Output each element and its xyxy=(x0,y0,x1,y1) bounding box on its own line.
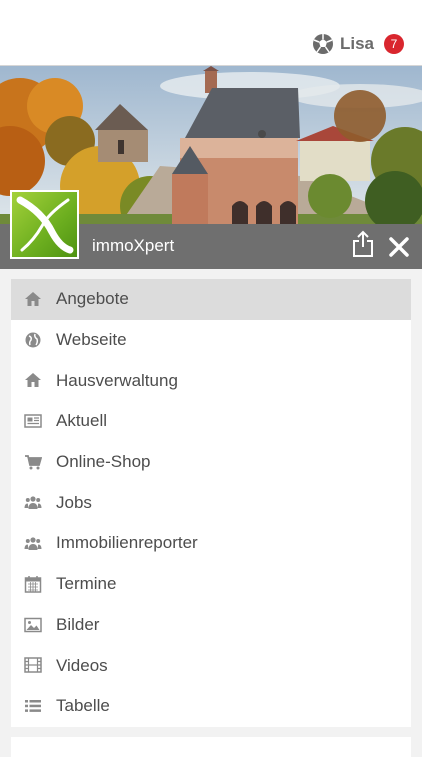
calendar-icon xyxy=(24,575,42,593)
menu-item-angebote[interactable]: Angebote xyxy=(11,279,411,320)
home-icon xyxy=(25,373,41,388)
users-icon xyxy=(24,537,42,551)
menu-item-label: Online-Shop xyxy=(56,452,151,472)
menu-item-label: Aktuell xyxy=(56,411,108,431)
film-icon xyxy=(24,657,42,673)
menu-item-label: Hausverwaltung xyxy=(56,370,178,390)
soccer-ball-icon xyxy=(312,34,333,54)
company-logo xyxy=(10,190,79,259)
notification-badge[interactable]: 7 xyxy=(384,34,404,54)
menu-item-label: Angebote xyxy=(56,289,129,309)
list-icon xyxy=(25,699,41,712)
menu-item-label: Immobilienreporter xyxy=(56,533,198,553)
menu-item-label: Jobs xyxy=(56,492,92,512)
menu-item-aktuell[interactable]: Aktuell xyxy=(11,401,411,442)
menu-item-immobilienreporter[interactable]: Immobilienreporter xyxy=(11,523,411,564)
menu-item-label: Termine xyxy=(56,574,117,594)
menu-item-hausverwaltung[interactable]: Hausverwaltung xyxy=(11,360,411,401)
globe-icon xyxy=(25,332,41,348)
menu-item-label: Videos xyxy=(56,655,108,675)
menu-item-videos[interactable]: Videos xyxy=(11,645,411,686)
top-bar: Lisa 7 xyxy=(0,0,422,66)
menu-item-online-shop[interactable]: Online-Shop xyxy=(11,442,411,483)
navigation-menu: Angebote Webseite Hausverwaltung Aktuell… xyxy=(11,279,411,727)
home-icon xyxy=(25,292,41,306)
menu-item-label: Webseite xyxy=(56,330,127,350)
menu-item-bilder[interactable]: Bilder xyxy=(11,605,411,646)
bottom-card xyxy=(11,737,411,757)
immoxpert-x-logo xyxy=(12,192,77,257)
share-icon[interactable] xyxy=(352,230,374,258)
newspaper-icon xyxy=(24,414,42,428)
user-profile-button[interactable]: Lisa 7 xyxy=(312,33,404,55)
menu-item-label: Bilder xyxy=(56,614,100,634)
menu-item-jobs[interactable]: Jobs xyxy=(11,482,411,523)
menu-item-termine[interactable]: Termine xyxy=(11,564,411,605)
users-icon xyxy=(24,496,42,510)
app-title: immoXpert xyxy=(92,236,175,255)
cart-icon xyxy=(25,454,42,470)
user-name: Lisa xyxy=(339,34,374,53)
menu-item-webseite[interactable]: Webseite xyxy=(11,320,411,361)
close-icon[interactable] xyxy=(388,236,410,258)
menu-item-label: Tabelle xyxy=(56,696,110,716)
image-icon xyxy=(24,617,42,632)
menu-item-tabelle[interactable]: Tabelle xyxy=(11,686,411,727)
